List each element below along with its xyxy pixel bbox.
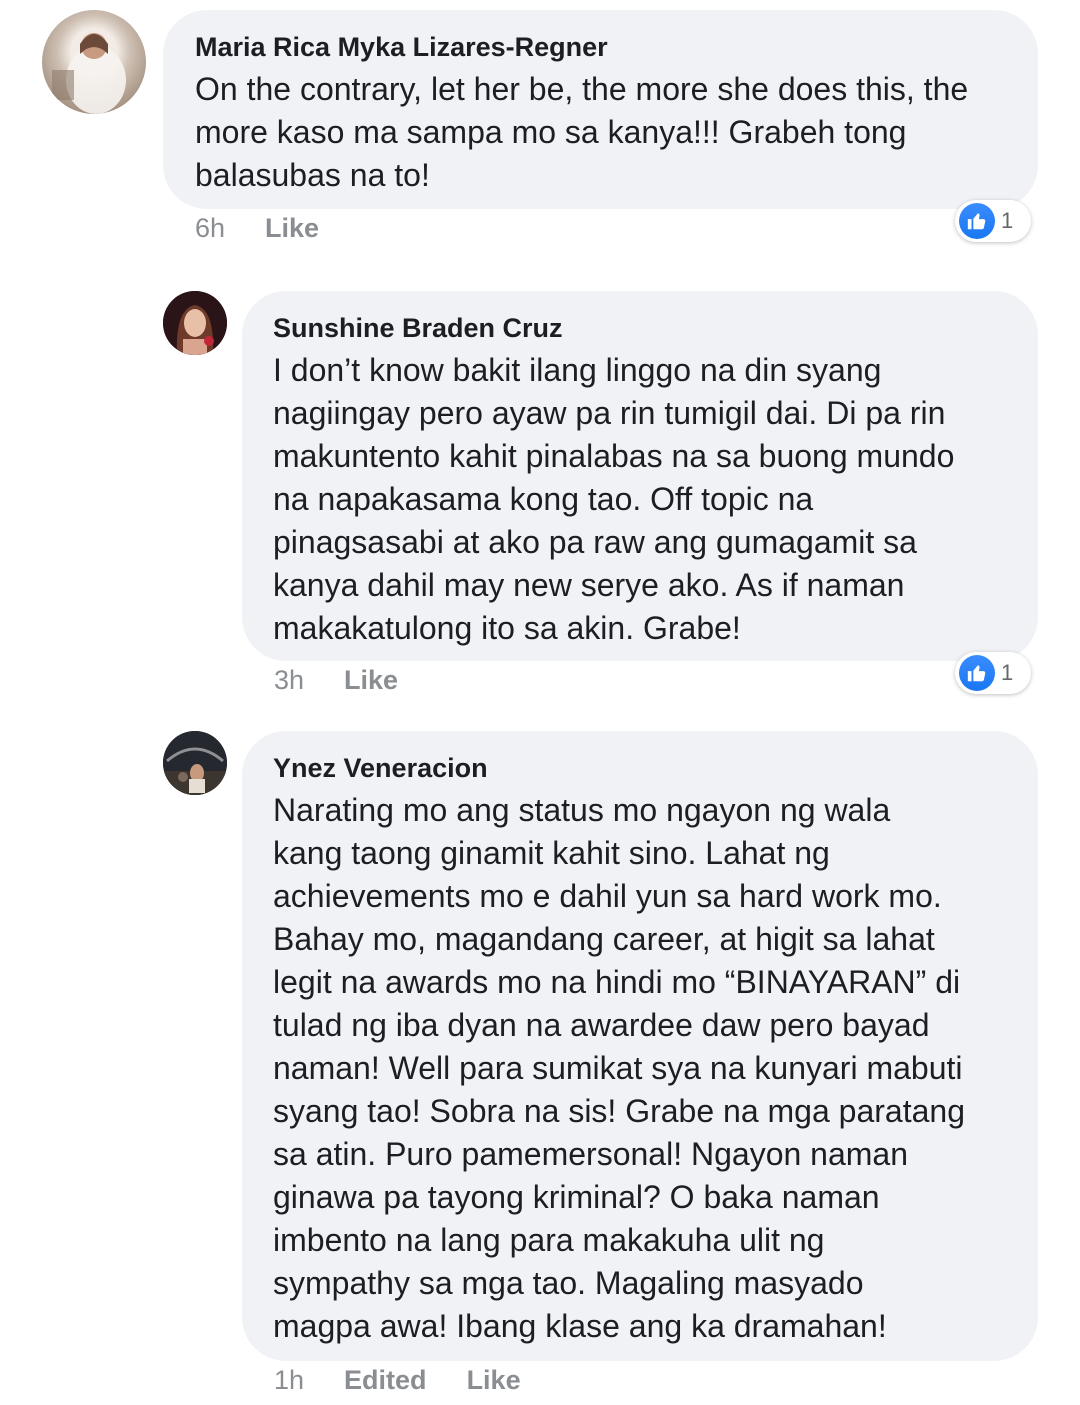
avatar-photo (163, 291, 227, 355)
comment-time[interactable]: 3h (274, 665, 304, 695)
thumbs-up-icon (959, 203, 995, 239)
reaction-summary[interactable]: 1 (955, 652, 1031, 694)
comment-text: On the contrary, let her be, the more sh… (195, 71, 969, 193)
comment-time[interactable]: 6h (195, 213, 225, 243)
reaction-count: 1 (1001, 208, 1014, 233)
comment-author[interactable]: Ynez Veneracion (273, 751, 1008, 785)
comment-time[interactable]: 1h (274, 1365, 304, 1395)
comment-text: I don’t know bakit ilang linggo na din s… (273, 352, 955, 646)
comment-bubble: Ynez Veneracion Narating mo ang status m… (242, 731, 1038, 1361)
avatar[interactable] (42, 10, 146, 114)
reaction-count: 1 (1001, 660, 1014, 685)
comment-author[interactable]: Sunshine Braden Cruz (273, 311, 1008, 345)
avatar[interactable] (163, 731, 227, 795)
avatar[interactable] (163, 291, 227, 355)
comment-text: Narating mo ang status mo ngayon ng wala… (273, 792, 965, 1344)
comment-author[interactable]: Maria Rica Myka Lizares-Regner (195, 30, 1008, 64)
thumbs-up-icon (959, 655, 995, 691)
avatar-photo (163, 731, 227, 795)
reaction-summary[interactable]: 1 (955, 200, 1031, 242)
comment-meta: 3h Like (274, 665, 398, 696)
comment-meta: 6h Like (195, 213, 319, 244)
edited-label[interactable]: Edited (344, 1365, 427, 1395)
like-button[interactable]: Like (467, 1365, 521, 1395)
comment-bubble: Maria Rica Myka Lizares-Regner On the co… (163, 10, 1038, 209)
avatar-photo (52, 33, 126, 114)
like-button[interactable]: Like (265, 213, 319, 243)
comment-bubble: Sunshine Braden Cruz I don’t know bakit … (242, 291, 1038, 661)
comment-meta: 1h Edited Like (274, 1365, 521, 1396)
like-button[interactable]: Like (344, 665, 398, 695)
